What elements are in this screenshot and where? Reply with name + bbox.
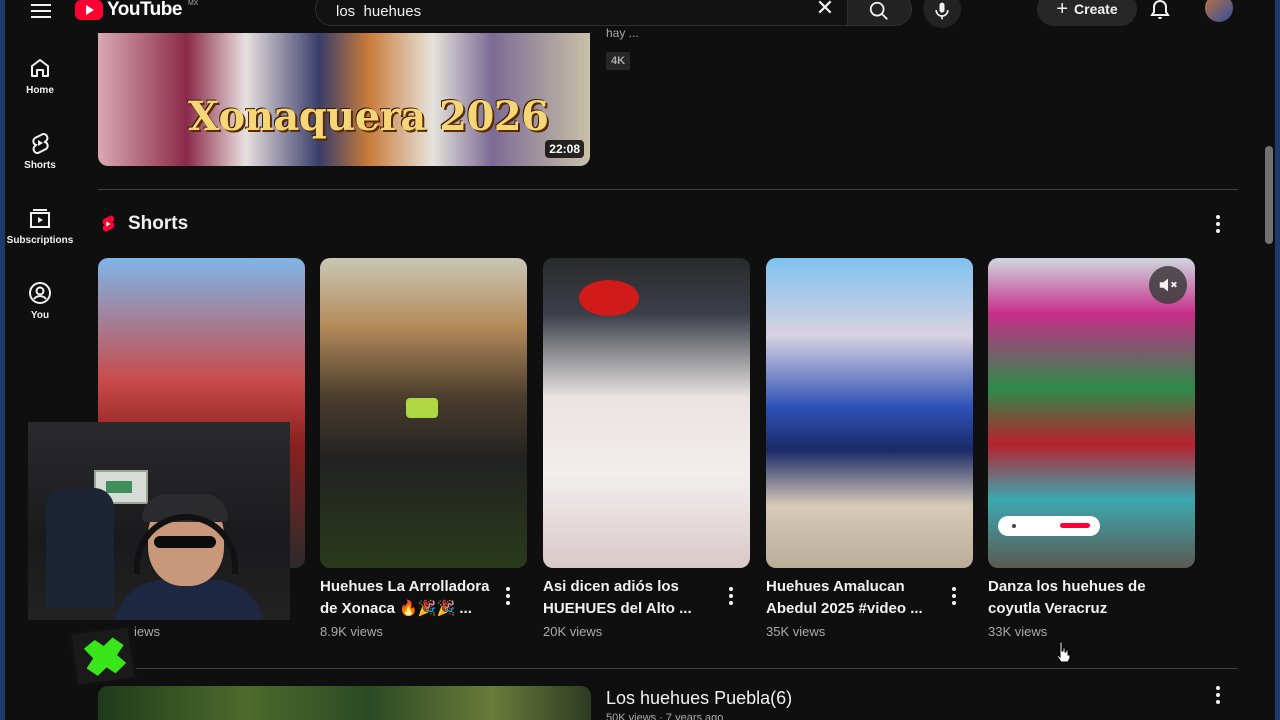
you-icon <box>29 282 51 304</box>
sidebar-item-subscriptions[interactable]: Subscriptions <box>5 190 75 254</box>
video-description-snippet: hay ... <box>606 26 639 40</box>
muted-speaker-icon <box>1159 278 1177 292</box>
short-views: 33K views <box>988 624 1048 639</box>
short-views: 35K views <box>766 624 826 639</box>
flower-detail <box>579 280 639 316</box>
sidebar-item-home[interactable]: Home <box>5 40 75 104</box>
short-title[interactable]: Danza los huehues de coyutla Veracruz <box>988 576 1163 620</box>
video-title[interactable]: Los huehues Puebla(6) <box>606 688 792 709</box>
short-views: 20K views <box>543 624 603 639</box>
shelf-menu-icon[interactable] <box>1206 212 1230 236</box>
video-menu-icon[interactable] <box>1206 683 1230 707</box>
hand-cursor-icon <box>1056 641 1071 663</box>
shorts-logo-icon <box>102 215 115 232</box>
quality-badge: 4K <box>606 52 631 70</box>
preview-progress-indicator <box>998 516 1100 536</box>
subscriptions-icon <box>30 209 50 228</box>
short-card[interactable]: Huehues Amalucan Abedul 2025 #video ... … <box>766 258 973 639</box>
short-card[interactable]: Danza los huehues de coyutla Veracruz 33… <box>988 258 1195 639</box>
streamer <box>114 494 264 620</box>
scrollbar-thumb[interactable] <box>1265 146 1273 244</box>
short-thumbnail[interactable] <box>766 258 973 568</box>
sidebar-item-label: Subscriptions <box>6 235 74 246</box>
chair <box>46 488 114 608</box>
shelf-title: Shorts <box>128 213 189 234</box>
short-card[interactable]: Asi dicen adiós los HUEHUES del Alto ...… <box>543 258 750 639</box>
video-thumbnail[interactable] <box>98 686 591 720</box>
short-card[interactable]: Huehues La Arrolladora de Xonaca 🔥🎉🎉 ...… <box>320 258 527 639</box>
short-title[interactable]: Huehues Amalucan Abedul 2025 #video ... <box>766 576 941 620</box>
short-menu-icon[interactable] <box>942 584 966 608</box>
window-frame-left <box>0 0 5 720</box>
sidebar-item-label: Home <box>26 85 54 96</box>
shorts-icon <box>32 133 49 154</box>
streamer-logo <box>68 623 138 689</box>
short-views: 8.9K views <box>320 624 383 639</box>
streamer-body <box>114 580 264 620</box>
menu-icon[interactable] <box>31 0 51 18</box>
window-frame-right <box>1275 0 1280 720</box>
thumbnail-text: Xonaquera 2026 <box>188 93 549 140</box>
short-thumbnail[interactable] <box>320 258 527 568</box>
progress-fill <box>1060 523 1090 528</box>
video-thumbnail[interactable]: Xonaquera 2026 22:08 <box>98 33 590 166</box>
sunglasses <box>154 536 216 548</box>
short-thumbnail[interactable] <box>543 258 750 568</box>
home-icon <box>31 59 49 77</box>
glow-detail <box>406 398 438 418</box>
short-views: iews <box>134 624 161 639</box>
progress-dot <box>1012 524 1016 528</box>
duration-badge: 22:08 <box>545 140 584 158</box>
short-title[interactable]: Asi dicen adiós los HUEHUES del Alto ... <box>543 576 718 620</box>
sidebar-item-shorts[interactable]: Shorts <box>5 115 75 179</box>
short-menu-icon[interactable] <box>719 584 743 608</box>
mute-button[interactable] <box>1149 266 1187 304</box>
video-metadata: 50K views · 7 years ago <box>606 712 724 720</box>
sidebar-item-label: You <box>30 310 50 321</box>
webcam-overlay <box>28 422 290 620</box>
sidebar-item-you[interactable]: You <box>5 265 75 329</box>
shorts-shelf-header: Shorts <box>98 210 188 238</box>
short-menu-icon[interactable] <box>496 584 520 608</box>
short-thumbnail[interactable] <box>988 258 1195 568</box>
sidebar-item-label: Shorts <box>24 160 56 171</box>
divider <box>98 668 1238 669</box>
short-title[interactable]: Huehues La Arrolladora de Xonaca 🔥🎉🎉 ... <box>320 576 495 620</box>
divider <box>98 189 1238 190</box>
